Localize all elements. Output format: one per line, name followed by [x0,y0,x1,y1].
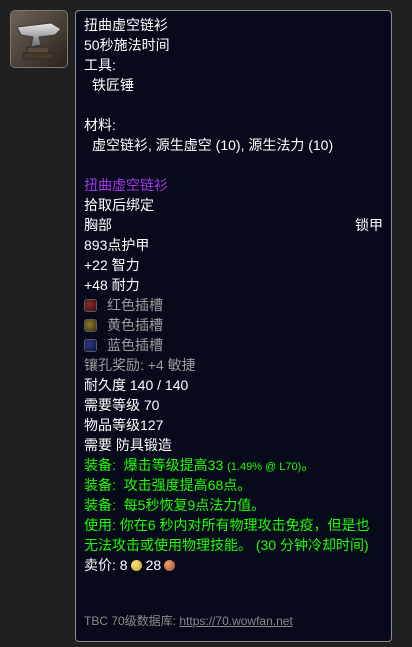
required-skill: 需要 防具锻造 [84,437,172,453]
sell-label: 卖价: [84,557,116,573]
socket-red: 红色插槽 [84,295,383,315]
equip-text: 爆击等级提高33 [123,457,224,473]
equip-effect: 装备: 攻击强度提高68点。 [84,475,383,495]
binding-text: 拾取后绑定 [84,197,154,213]
recipe-name: 扭曲虚空链衫 [84,17,168,33]
gold-coin-icon [130,560,142,571]
anvil-icon [11,11,67,67]
tool-name: 铁匠锤 [92,77,134,93]
armor-type-text: 锁甲 [355,217,383,233]
stat-line: +48 耐力 [84,277,140,293]
socket-bonus: 镶孔奖励: +4 敏捷 [84,357,196,373]
use-effect: 使用: 你在6 秒内对所有物理攻击免疫，但是也无法攻击或使用物理技能。 (30 … [84,517,370,553]
reagents-list: 虚空链衫, 源生虚空 (10), 源生法力 (10) [92,137,334,153]
tools-label: 工具: [84,57,116,73]
equip-text: 攻击强度提高68点。 [123,477,252,493]
red-socket-icon [84,298,97,312]
sell-copper: 28 [145,557,162,573]
item-icon[interactable] [10,10,68,68]
equip-text: 每5秒恢复9点法力值。 [123,497,266,513]
reagents-label: 材料: [84,117,116,133]
cast-time: 50秒施法时间 [84,37,170,53]
footer-link[interactable]: https://70.wowfan.net [179,614,292,628]
equip-effect: 装备: 每5秒恢复9点法力值。 [84,495,383,515]
durability: 耐久度 140 / 140 [84,377,189,393]
equip-suffix: 。 [301,457,316,473]
required-level: 需要等级 70 [84,397,160,413]
result-item-name[interactable]: 扭曲虚空链衫 [84,175,383,195]
socket-yellow: 黄色插槽 [84,315,383,335]
item-level: 物品等级127 [84,417,164,433]
equip-prefix: 装备: [84,497,116,513]
sell-gold: 8 [119,557,128,573]
socket-label: 蓝色插槽 [107,337,163,353]
slot-text: 胸部 [84,217,112,233]
slot-row: 胸部 锁甲 [84,215,383,235]
socket-blue: 蓝色插槽 [84,335,383,355]
equip-effect: 装备: 爆击等级提高33 (1.49% @ L70)。 [84,455,383,475]
footer-label: TBC 70级数据库: [84,614,177,628]
equip-prefix: 装备: [84,457,116,473]
stat-line: +22 智力 [84,257,140,273]
copper-coin-icon [164,560,176,571]
yellow-socket-icon [84,318,97,332]
blue-socket-icon [84,338,97,352]
equip-note: (1.49% @ L70) [227,461,302,473]
armor-value: 893点护甲 [84,237,150,253]
socket-label: 黄色插槽 [107,317,163,333]
footer: TBC 70级数据库: https://70.wowfan.net [84,611,293,631]
sell-price: 卖价: 8 28 [84,555,383,575]
item-tooltip: 扭曲虚空链衫 50秒施法时间 工具: 铁匠锤 材料: 虚空链衫, 源生虚空 (1… [75,10,392,642]
equip-prefix: 装备: [84,477,116,493]
socket-label: 红色插槽 [107,297,163,313]
